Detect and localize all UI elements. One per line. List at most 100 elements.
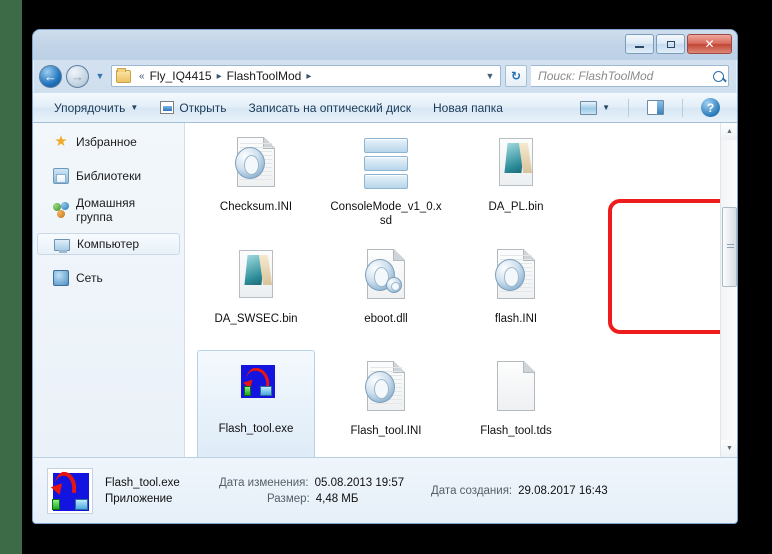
toolbar-divider	[628, 98, 629, 117]
file-label: Checksum.INI	[219, 201, 293, 213]
file-item-da-swsec-bin[interactable]: DA_SWSEC.bin	[191, 241, 321, 353]
file-item-flash-tool-ini[interactable]: Flash_tool.INI	[321, 353, 451, 457]
file-list-pane[interactable]: Checksum.INI ConsoleMode_v1_0.xsd DA_PL.…	[185, 123, 737, 457]
open-file-icon	[160, 101, 175, 114]
navigation-pane: ★ Избранное Библиотеки Домашняя группа К…	[33, 123, 185, 457]
chevron-down-icon: ▼	[726, 445, 733, 452]
scroll-down-button[interactable]: ▼	[721, 440, 737, 457]
explorer-window: ✕ ← → ▼ « Fly_IQ4415 ▸ FlashToolMod ▸ ▼ …	[32, 29, 738, 524]
star-icon: ★	[54, 133, 68, 150]
breadcrumb-chevron-0[interactable]: ▸	[213, 71, 226, 82]
details-column-modified: Дата изменения: 05.08.2013 19:57 Размер:…	[219, 477, 419, 505]
toolbar-divider-2	[682, 98, 683, 117]
details-created-value: 29.08.2017 16:43	[518, 484, 608, 497]
refresh-icon: ↻	[510, 69, 522, 83]
file-item-flash-tool-tds[interactable]: Flash_tool.tds	[451, 353, 581, 457]
minimize-button[interactable]	[625, 34, 654, 54]
sidebar-item-libraries[interactable]: Библиотеки	[37, 165, 180, 187]
file-grid: Checksum.INI ConsoleMode_v1_0.xsd DA_PL.…	[185, 123, 709, 457]
close-button[interactable]: ✕	[687, 34, 732, 54]
sidebar-item-label: Избранное	[76, 135, 137, 149]
bin-file-icon	[228, 247, 284, 309]
details-column-created: Дата создания: 29.08.2017 16:43	[431, 485, 661, 497]
title-bar: ✕	[33, 30, 737, 60]
capture-left-edge	[0, 0, 22, 554]
address-dropdown-icon[interactable]: ▼	[482, 71, 498, 81]
scroll-up-button[interactable]: ▲	[721, 123, 737, 140]
search-box[interactable]	[531, 65, 729, 87]
library-icon	[53, 168, 69, 184]
sidebar-item-label: Компьютер	[77, 237, 140, 251]
details-created-key: Дата создания:	[431, 484, 513, 497]
help-button[interactable]: ?	[690, 94, 731, 121]
details-size-key: Размер:	[267, 492, 310, 505]
back-button[interactable]: ←	[39, 64, 62, 88]
command-bar: Упорядочить ▼ Открыть Записать на оптиче…	[33, 92, 737, 123]
preview-pane-icon	[647, 100, 664, 115]
file-label: Flash_tool.INI	[350, 425, 422, 437]
burn-to-disc-button[interactable]: Записать на оптический диск	[237, 97, 422, 119]
chevron-up-icon: ▲	[726, 128, 733, 135]
scrollbar-thumb[interactable]	[722, 207, 737, 287]
sidebar-item-computer[interactable]: Компьютер	[37, 233, 180, 255]
sidebar-item-label: Сеть	[76, 271, 103, 285]
homegroup-icon	[53, 202, 69, 218]
sidebar-item-homegroup[interactable]: Домашняя группа	[37, 196, 180, 224]
breadcrumb-item-1[interactable]: FlashToolMod	[226, 69, 303, 83]
details-modified-value: 05.08.2013 19:57	[314, 476, 405, 489]
xsd-file-icon	[358, 135, 414, 197]
organize-button[interactable]: Упорядочить ▼	[43, 97, 149, 119]
breadcrumb-item-0[interactable]: Fly_IQ4415	[149, 69, 213, 83]
forward-button[interactable]: →	[66, 64, 89, 88]
help-icon: ?	[701, 98, 720, 117]
file-item-eboot-dll[interactable]: eboot.dll	[321, 241, 451, 353]
maximize-icon	[666, 40, 675, 48]
recent-locations-button[interactable]: ▼	[93, 71, 107, 81]
sidebar-item-favorites[interactable]: ★ Избранное	[37, 131, 180, 153]
file-label: flash.INI	[494, 313, 538, 325]
open-button[interactable]: Открыть	[149, 97, 237, 119]
refresh-button[interactable]: ↻	[505, 65, 527, 87]
preview-pane-button[interactable]	[636, 96, 675, 119]
ini-file-icon	[488, 247, 544, 309]
file-item-flash-tool-exe[interactable]: Flash_tool.exe	[197, 350, 315, 457]
forward-arrow-icon: →	[71, 68, 84, 84]
search-input[interactable]	[538, 69, 710, 83]
chevron-down-icon: ▼	[602, 103, 610, 112]
file-item-checksum-ini[interactable]: Checksum.INI	[191, 129, 321, 241]
chevron-down-icon: ▼	[130, 103, 139, 112]
breadcrumb-overflow[interactable]: «	[135, 71, 149, 82]
new-folder-label: Новая папка	[432, 100, 503, 115]
window-body: ★ Избранное Библиотеки Домашняя группа К…	[33, 123, 737, 457]
network-icon	[53, 270, 69, 286]
organize-label: Упорядочить	[54, 100, 126, 115]
command-bar-right: ▼ ?	[569, 94, 731, 121]
open-label: Открыть	[179, 100, 227, 115]
file-label: eboot.dll	[364, 313, 408, 325]
change-view-button[interactable]: ▼	[569, 97, 621, 119]
breadcrumb-chevron-1[interactable]: ▸	[302, 71, 315, 82]
details-modified-key: Дата изменения:	[219, 476, 309, 489]
file-item-flash-ini[interactable]: flash.INI	[451, 241, 581, 353]
bin-file-icon	[488, 135, 544, 197]
sidebar-item-network[interactable]: Сеть	[37, 267, 180, 289]
file-item-da-pl-bin[interactable]: DA_PL.bin	[451, 129, 581, 241]
window-controls: ✕	[625, 34, 732, 54]
address-breadcrumb-bar[interactable]: « Fly_IQ4415 ▸ FlashToolMod ▸ ▼	[111, 65, 501, 87]
maximize-button[interactable]	[656, 34, 685, 54]
details-size-value: 4,48 МБ	[315, 492, 359, 505]
burn-label: Записать на оптический диск	[248, 100, 411, 115]
file-label: DA_SWSEC.bin	[214, 313, 298, 325]
new-folder-button[interactable]: Новая папка	[422, 97, 514, 119]
file-label: Flash_tool.exe	[218, 423, 294, 435]
generic-file-icon	[488, 359, 544, 421]
file-item-consolemode-xsd[interactable]: ConsoleMode_v1_0.xsd	[321, 129, 451, 241]
ini-file-icon	[228, 135, 284, 197]
ini-file-icon	[358, 359, 414, 421]
file-label: ConsoleMode_v1_0.xsd	[330, 201, 442, 227]
vertical-scrollbar[interactable]: ▲ ▼	[720, 123, 737, 457]
exe-file-icon	[228, 357, 284, 419]
details-column-name: Flash_tool.exe Приложение	[105, 477, 207, 505]
sidebar-item-label: Библиотеки	[76, 169, 142, 183]
dll-file-icon	[358, 247, 414, 309]
